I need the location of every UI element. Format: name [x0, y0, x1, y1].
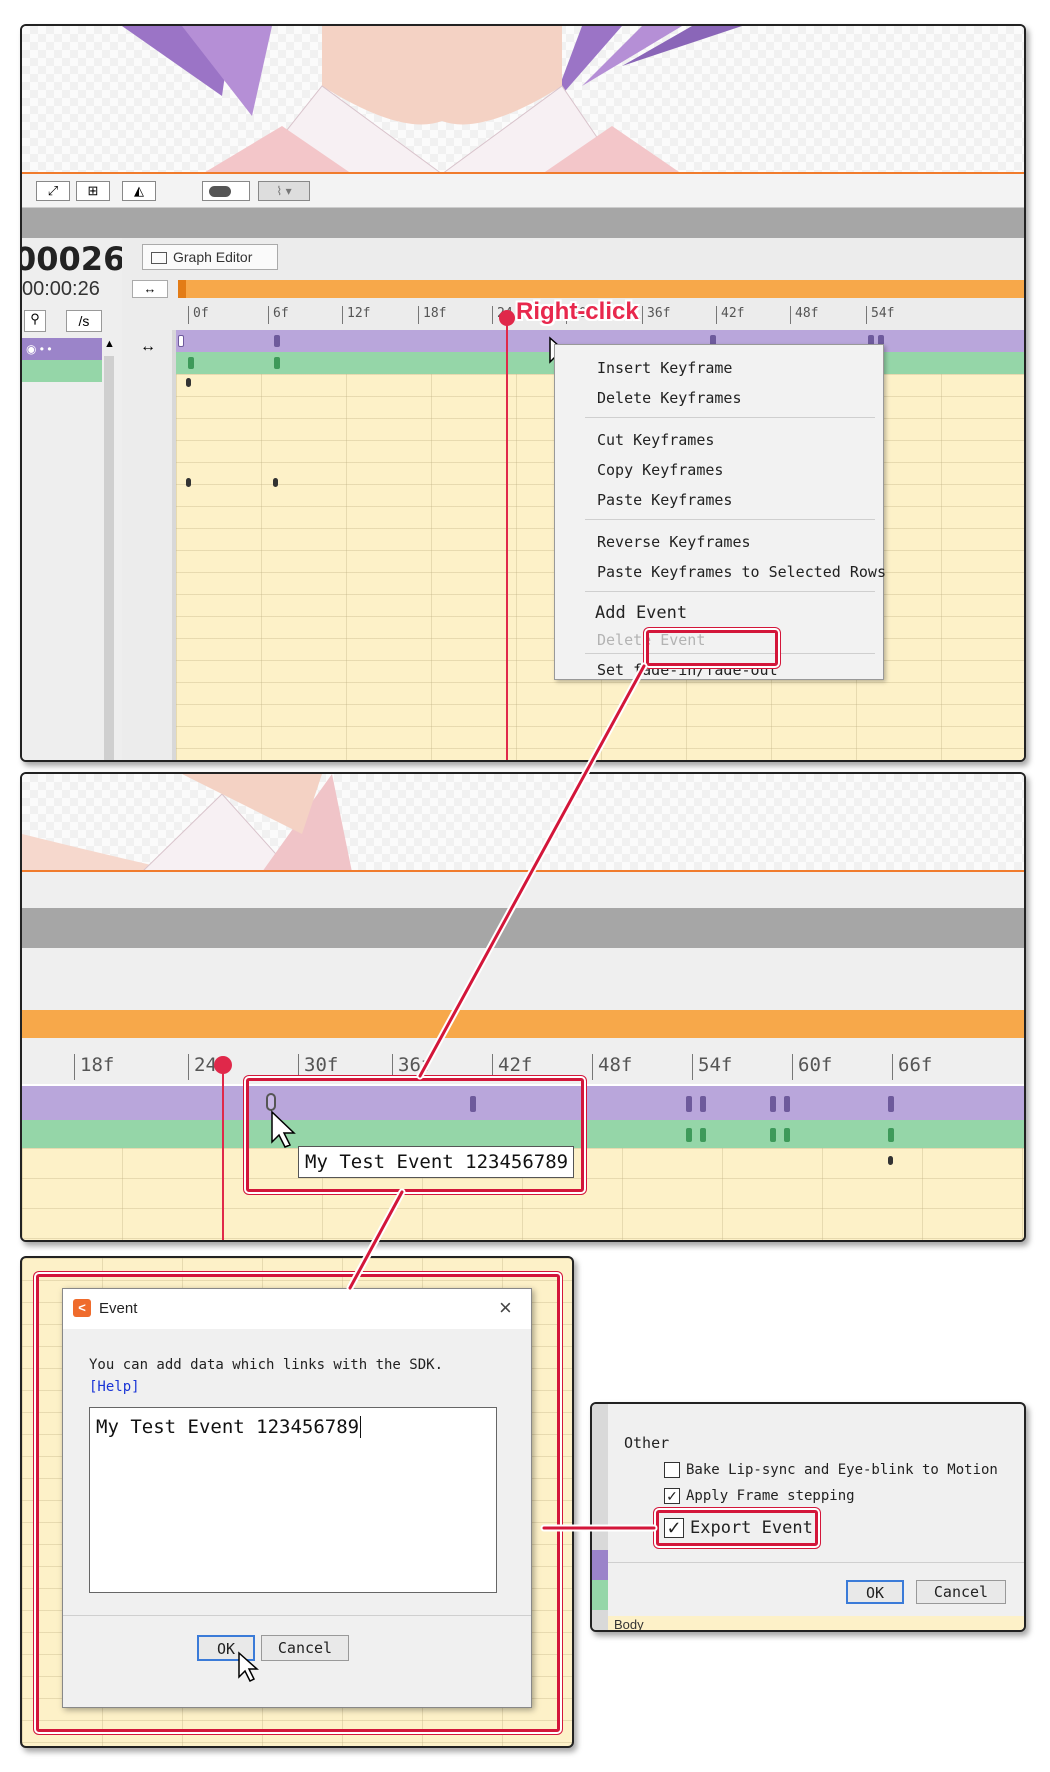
ruler-tick: 24: [188, 1054, 217, 1080]
frame-counter-area: 00026 00:00:26 ⚲ /s ◉ • • ▲: [20, 238, 126, 760]
character-illustration: [122, 26, 742, 174]
graph-editor-icon: [151, 252, 167, 265]
frame-stepping-label: Apply Frame stepping: [686, 1488, 855, 1504]
ruler-tick: 0f: [188, 306, 209, 324]
grid-icon[interactable]: ⊞: [76, 181, 110, 201]
ruler-tick: 60f: [792, 1054, 832, 1080]
path-icon[interactable]: ⌇ ▾: [258, 181, 310, 201]
separator-bar: [22, 208, 1024, 238]
bake-lipsync-label: Bake Lip-sync and Eye-blink to Motion: [686, 1462, 998, 1478]
timecode: 00:00:26: [22, 278, 100, 300]
menu-paste-to-selected-rows[interactable]: Paste Keyframes to Selected Rows: [597, 563, 886, 581]
playhead-handle[interactable]: [499, 310, 515, 326]
tooltip-highlight: [246, 1078, 584, 1192]
ruler-tick: 18f: [74, 1054, 114, 1080]
ruler-tick: 36f: [642, 306, 670, 324]
ruler-tick: 42f: [716, 306, 744, 324]
ruler-tick: 48f: [592, 1054, 632, 1080]
expand-icon[interactable]: ↔: [132, 280, 168, 298]
frame-number: 00026: [20, 240, 126, 278]
menu-delete-keyframes[interactable]: Delete Keyframes: [597, 389, 742, 407]
ruler-tick: 54f: [866, 306, 894, 324]
ruler-tick: 54f: [692, 1054, 732, 1080]
right-click-annotation: Right-click: [516, 298, 639, 325]
event-dialog-highlight: [36, 1274, 560, 1732]
export-event-highlight: [656, 1510, 818, 1546]
ruler-tick: 12f: [342, 306, 370, 324]
vertical-scrollbar[interactable]: [104, 356, 114, 760]
ruler-tick: 18f: [418, 306, 446, 324]
canvas-preview: [22, 26, 1024, 174]
timeline-panel-middle: 18f 24 30f 36f 42f 48f 54f 60f 66f My Te…: [20, 772, 1026, 1242]
playhead-line[interactable]: [506, 318, 508, 760]
menu-cut-keyframes[interactable]: Cut Keyframes: [597, 431, 714, 449]
canvas-preview-2: [22, 774, 1024, 872]
range-bar-2[interactable]: [22, 1010, 1024, 1038]
flip-icon[interactable]: ◭: [122, 181, 156, 201]
menu-paste-keyframes[interactable]: Paste Keyframes: [597, 491, 732, 509]
row-expand-icon[interactable]: ↔: [140, 338, 156, 356]
separator-bar-2: [22, 908, 1024, 948]
ruler-tick: 66f: [892, 1054, 932, 1080]
graph-editor-label: Graph Editor: [173, 249, 253, 265]
frame-stepping-checkbox[interactable]: ✓: [664, 1488, 680, 1504]
graph-editor-button[interactable]: Graph Editor: [142, 244, 278, 270]
playhead-handle-2[interactable]: [214, 1056, 232, 1074]
section-label-other: Other: [624, 1434, 670, 1452]
layer-row-header[interactable]: ◉ • •: [22, 338, 102, 360]
playhead-line-2[interactable]: [222, 1064, 224, 1240]
toggle-icon[interactable]: [202, 181, 250, 201]
menu-reverse-keyframes[interactable]: Reverse Keyframes: [597, 533, 751, 551]
fps-button[interactable]: /s: [66, 310, 102, 332]
menu-add-event[interactable]: Add Event: [595, 603, 687, 623]
bake-lipsync-checkbox[interactable]: [664, 1462, 680, 1478]
event-dialog-panel: < Event × You can add data which links w…: [20, 1256, 574, 1748]
ruler-tick: 48f: [790, 306, 818, 324]
export-ok-button[interactable]: OK: [846, 1580, 904, 1604]
body-label: Body: [614, 1617, 644, 1632]
ruler-tick: 6f: [268, 306, 289, 324]
export-cancel-button[interactable]: Cancel: [916, 1580, 1006, 1604]
fit-icon[interactable]: ⤢: [36, 181, 70, 201]
view-toolbar: ⤢ ⊞ ◭ ⌇ ▾: [22, 174, 1024, 208]
ruler-tick: 36f: [392, 1054, 432, 1080]
layer-row-green: [22, 360, 102, 382]
menu-copy-keyframes[interactable]: Copy Keyframes: [597, 461, 723, 479]
ruler-tick: 42f: [492, 1054, 532, 1080]
scroll-up-icon[interactable]: ▲: [104, 338, 116, 350]
pin-icon[interactable]: ⚲: [24, 310, 46, 332]
ruler-tick: 30f: [298, 1054, 338, 1080]
export-settings-panel: Other Bake Lip-sync and Eye-blink to Mot…: [590, 1402, 1026, 1632]
add-event-highlight: [646, 630, 778, 666]
menu-insert-keyframe[interactable]: Insert Keyframe: [597, 359, 732, 377]
character-illustration-2: [22, 774, 352, 872]
range-bar[interactable]: [178, 280, 1024, 298]
timeline-panel-top: ⤢ ⊞ ◭ ⌇ ▾ 00026 00:00:26 ⚲ /s ◉ • • ▲ Gr…: [20, 24, 1026, 762]
